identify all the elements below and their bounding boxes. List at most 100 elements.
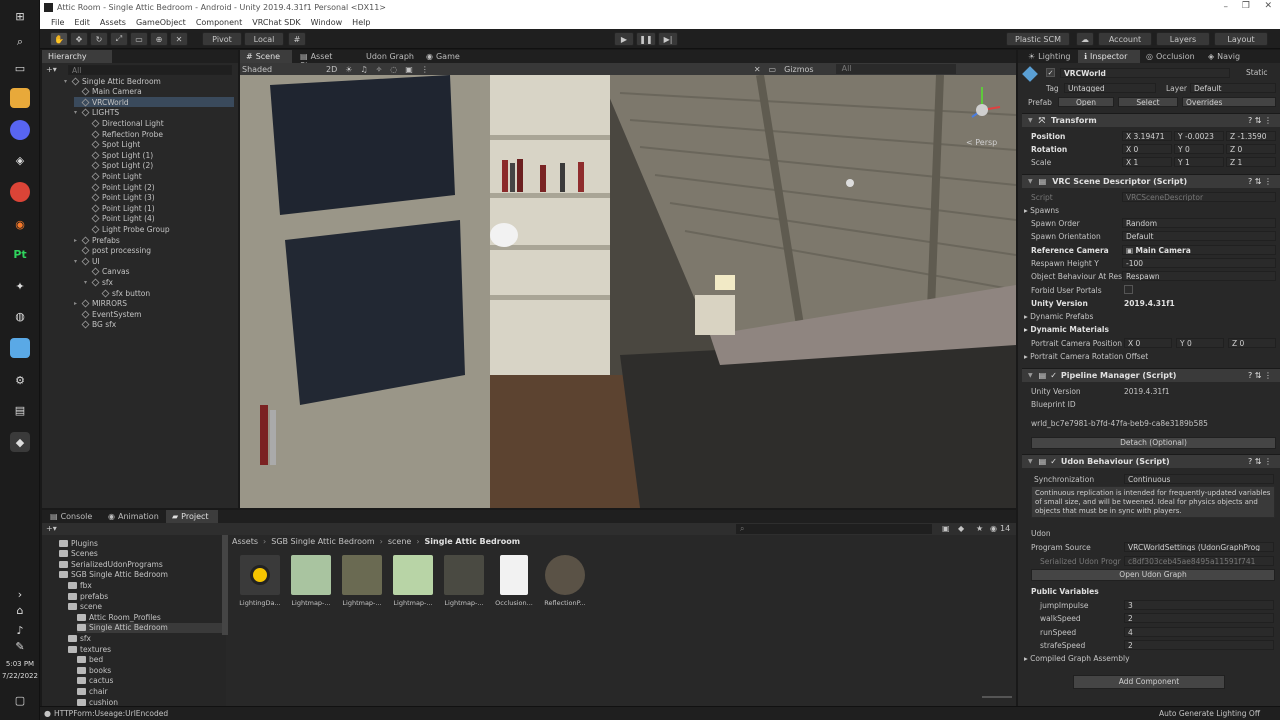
prefab-open-button[interactable]: Open [1058,97,1114,107]
prefab-select-button[interactable]: Select [1118,97,1178,107]
hierarchy-item[interactable]: sfx button [94,288,234,298]
folder-item[interactable]: Plugins [59,538,226,548]
network-icon[interactable]: ⌂ [10,600,30,620]
filter-label-icon[interactable]: ◆ [958,524,964,533]
tab-lighting[interactable]: ☀ Lighting [1022,50,1078,63]
position-x-field[interactable]: X 3.19471 [1122,131,1172,141]
reference-camera-field[interactable]: ▣ Main Camera [1122,245,1276,255]
component-menu-icon[interactable]: ? ⇅ ⋮ [1248,116,1272,125]
hierarchy-item[interactable]: Point Light [84,171,234,181]
prefab-overrides-dropdown[interactable]: Overrides [1182,97,1276,107]
hierarchy-item[interactable]: Point Light (3) [84,193,234,203]
dynamic-materials-foldout[interactable]: ▸ Dynamic Materials [1024,325,1109,334]
rotate-tool-icon[interactable]: ↻ [90,32,108,46]
hierarchy-item[interactable]: Light Probe Group [84,224,234,234]
app-blue-icon[interactable] [10,338,30,358]
hierarchy-item[interactable]: Point Light (4) [84,214,234,224]
folder-item[interactable]: Scenes [59,549,226,559]
hierarchy-item[interactable]: Spot Light (1) [84,150,234,160]
enabled-checkbox-icon[interactable]: ✓ [1050,457,1057,466]
hand-tool-icon[interactable]: ✋ [50,32,68,46]
thumbnail-size-slider[interactable] [982,696,1012,698]
static-toggle[interactable]: Static [1246,68,1267,77]
toggle-2d[interactable]: 2D [326,65,337,74]
open-udon-graph-button[interactable]: Open Udon Graph [1031,569,1275,581]
variable-value-field[interactable]: 2 [1124,639,1274,650]
effects-toggle-icon[interactable]: ✧ [376,65,383,74]
menu-edit[interactable]: Edit [74,18,90,27]
hierarchy-item[interactable]: Spot Light (2) [84,161,234,171]
portrait-x-field[interactable]: X 0 [1124,338,1172,348]
pen-icon[interactable]: ✎ [10,636,30,656]
rotation-x-field[interactable]: X 0 [1122,144,1172,154]
program-source-field[interactable]: VRCWorldSettings (UdonGraphProg [1124,542,1274,552]
tab-udon-graph[interactable]: Udon Graph [360,50,420,63]
add-object-icon[interactable]: +▾ [46,65,57,74]
windows-start-icon[interactable]: ⊞ [10,6,30,26]
folder-item[interactable]: textures [68,644,226,654]
favorite-icon[interactable]: ★ [976,524,983,533]
portrait-y-field[interactable]: Y 0 [1176,338,1224,348]
menu-help[interactable]: Help [352,18,370,27]
asset-reflection-probe[interactable]: ReflectionP... [542,555,588,607]
hierarchy-item[interactable]: ▾ UI [74,256,234,266]
menu-file[interactable]: File [51,18,64,27]
hidden-objects-icon[interactable]: ◌ [390,65,397,74]
minimize-icon[interactable]: – [1224,2,1229,12]
tab-navigation[interactable]: ◈ Navig [1202,50,1252,63]
active-checkbox[interactable]: ✓ [1046,68,1055,77]
breadcrumb-current[interactable]: Single Attic Bedroom [425,537,521,546]
notifications-icon[interactable]: ▢ [10,690,30,710]
tab-asset-store[interactable]: ▤Asset Store [294,50,354,70]
search-icon[interactable]: ⌕ [10,32,30,52]
audio-toggle-icon[interactable]: ♫ [360,65,367,74]
menu-assets[interactable]: Assets [100,18,126,27]
rotation-y-field[interactable]: Y 0 [1174,144,1224,154]
enabled-checkbox-icon[interactable]: ✓ [1050,371,1057,380]
hierarchy-item[interactable]: ▸ MIRRORS [74,299,234,309]
app-box-icon[interactable]: ▤ [10,400,30,420]
breadcrumb-scene[interactable]: scene [388,537,411,546]
dynamic-prefabs-foldout[interactable]: ▸ Dynamic Prefabs [1024,312,1093,321]
spawns-foldout[interactable]: ▸ Spawns [1024,206,1059,215]
sync-dropdown[interactable]: Continuous [1124,474,1274,484]
tab-scene[interactable]: # Scene [240,50,292,63]
tab-animation[interactable]: ◉ Animation [102,510,166,523]
hierarchy-item[interactable]: VRCWorld [74,97,234,108]
component-menu-icon[interactable]: ? ⇅ ⋮ [1248,457,1272,466]
spawn-gizmo[interactable] [490,223,518,247]
grid-snap-icon[interactable]: # [288,32,306,46]
discord-icon[interactable] [10,120,30,140]
camera-gizmo[interactable] [846,179,854,187]
portrait-z-field[interactable]: Z 0 [1228,338,1276,348]
project-search-input[interactable]: ⌕ [736,524,932,534]
layout-dropdown[interactable]: Layout [1214,32,1268,46]
substance-painter-icon[interactable]: Pt [10,244,30,264]
create-asset-icon[interactable]: +▾ [46,524,57,533]
lighting-status[interactable]: Auto Generate Lighting Off [1159,709,1260,718]
variable-value-field[interactable]: 4 [1124,626,1274,637]
hierarchy-item[interactable]: ▾ Single Attic Bedroom [64,76,234,86]
folder-item[interactable]: prefabs [68,591,226,601]
persp-label[interactable]: < Persp [966,138,997,147]
scene-viewport[interactable]: < Persp [240,75,1016,508]
tag-dropdown[interactable]: Untagged [1064,83,1156,93]
asset-lightmap-4[interactable]: Lightmap-... [441,555,487,607]
tree-scrollbar[interactable] [222,535,228,635]
shading-mode-dropdown[interactable]: Shaded [242,65,302,74]
folder-item[interactable]: fbx [68,580,226,590]
asset-occlusion[interactable]: Occlusion... [491,555,537,607]
hierarchy-item[interactable]: EventSystem [74,309,234,319]
hidden-count-icon[interactable]: ◉ [990,524,997,533]
hierarchy-item[interactable]: Spot Light [84,140,234,150]
foldout-arrow-icon[interactable]: ▾ [74,109,82,116]
folder-item[interactable]: sfx [68,633,226,643]
rotation-z-field[interactable]: Z 0 [1226,144,1276,154]
compiled-assembly-foldout[interactable]: ▸ Compiled Graph Assembly [1024,654,1130,663]
hierarchy-item[interactable]: Reflection Probe [84,129,234,139]
add-component-button[interactable]: Add Component [1073,675,1225,689]
app-icon[interactable]: ✦ [10,276,30,296]
asset-lightmap-2[interactable]: Lightmap-... [339,555,385,607]
object-behaviour-dropdown[interactable]: Respawn [1122,271,1276,281]
hierarchy-item[interactable]: ▸ Prefabs [74,235,234,245]
